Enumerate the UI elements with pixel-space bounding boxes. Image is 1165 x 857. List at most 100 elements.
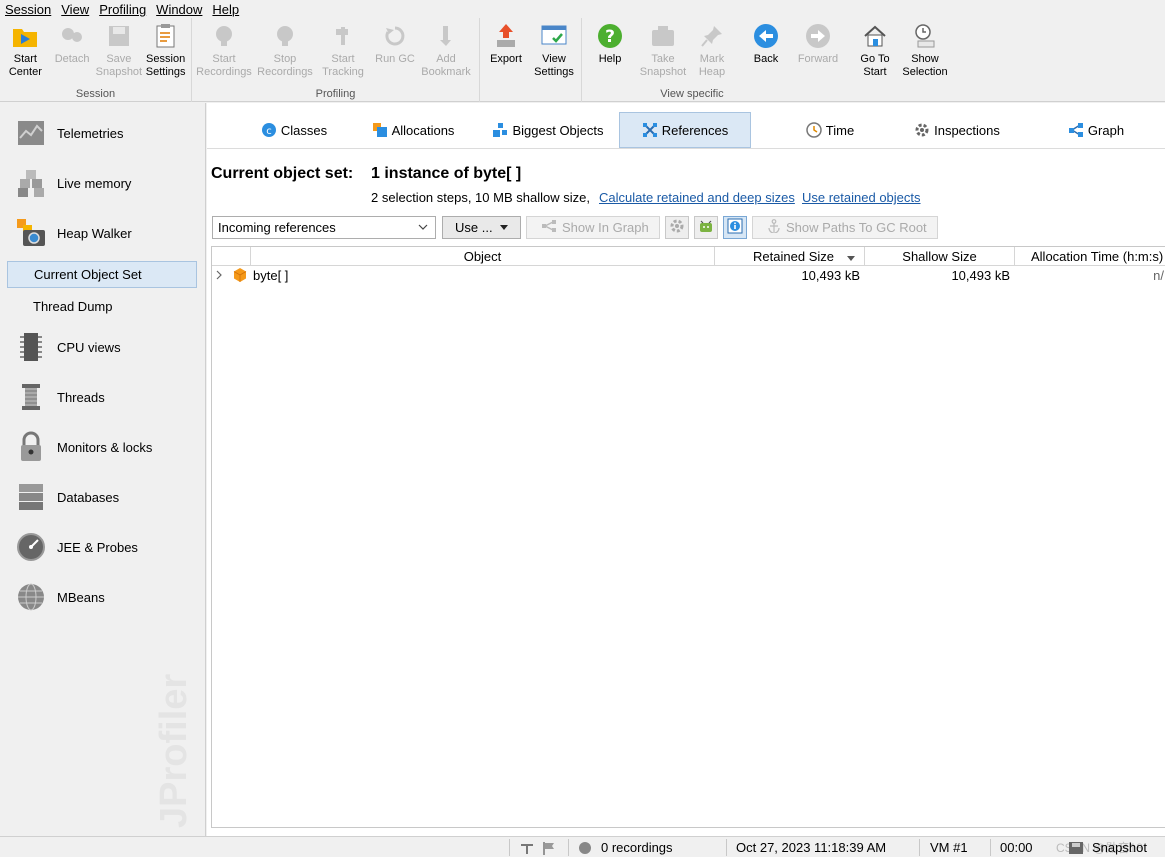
run-gc-button[interactable]: Run GC xyxy=(370,18,420,86)
show-selection-icon xyxy=(911,22,939,50)
status-bar: 0 recordings Oct 27, 2023 11:18:39 AM VM… xyxy=(0,836,1165,857)
sidebar-item-telemetries[interactable]: Telemetries xyxy=(0,113,205,153)
export-button[interactable]: Export xyxy=(482,18,530,86)
recording-status-icon xyxy=(578,837,592,857)
status-separator xyxy=(919,839,920,856)
sidebar: Telemetries Live memory Heap Walker Curr… xyxy=(0,103,206,836)
toolbar-group-view-specific: ? Help Take Snapshot Mark Heap Back Forw… xyxy=(582,18,1042,102)
tab-graph[interactable]: Graph xyxy=(1051,112,1141,148)
references-table: Object Retained Size Shallow Size Alloca… xyxy=(211,246,1165,828)
object-set-info: 2 selection steps, 10 MB shallow size, xyxy=(371,190,590,205)
pin-icon[interactable] xyxy=(519,837,535,857)
sidebar-item-cpu-views[interactable]: CPU views xyxy=(0,327,205,367)
tab-inspections[interactable]: Inspections xyxy=(899,112,1015,148)
add-bookmark-button[interactable]: Add Bookmark xyxy=(420,18,472,86)
column-header-object[interactable]: Object xyxy=(250,247,714,266)
sidebar-item-databases[interactable]: Databases xyxy=(0,477,205,517)
sidebar-item-current-object-set[interactable]: Current Object Set xyxy=(7,261,197,288)
toolbar-group-label: View specific xyxy=(660,88,724,100)
inspections-icon xyxy=(914,122,930,138)
calculate-retained-link[interactable]: Calculate retained and deep sizes xyxy=(599,190,795,205)
sidebar-item-jee-probes[interactable]: JEE & Probes xyxy=(0,527,205,567)
session-settings-button[interactable]: Session Settings xyxy=(142,18,189,86)
status-separator xyxy=(726,839,727,856)
column-header-shallow-size[interactable]: Shallow Size xyxy=(864,247,1014,266)
tab-biggest-objects[interactable]: Biggest Objects xyxy=(483,112,613,148)
show-selection-button[interactable]: Show Selection xyxy=(900,18,950,86)
tab-time[interactable]: Time xyxy=(767,112,893,148)
start-recordings-button[interactable]: Start Recordings xyxy=(194,18,254,86)
monitors-locks-icon xyxy=(15,431,47,463)
save-snapshot-button[interactable]: Save Snapshot xyxy=(96,18,143,86)
go-to-start-button[interactable]: Go To Start xyxy=(850,18,900,86)
view-settings-icon xyxy=(540,22,568,50)
expand-chevron-icon[interactable] xyxy=(214,266,228,284)
column-header-retained-size[interactable]: Retained Size xyxy=(714,247,864,266)
tab-allocations[interactable]: Allocations xyxy=(357,112,469,148)
classes-icon: c xyxy=(261,122,277,138)
menu-window[interactable]: Window xyxy=(151,2,207,17)
menu-session[interactable]: Session xyxy=(0,2,56,17)
use-button[interactable]: Use ... xyxy=(442,216,521,239)
use-retained-objects-link[interactable]: Use retained objects xyxy=(802,190,921,205)
save-snapshot-icon xyxy=(105,22,133,50)
detach-icon xyxy=(58,22,86,50)
take-snapshot-icon xyxy=(649,22,677,50)
export-icon xyxy=(492,22,520,50)
table-row[interactable]: byte[ ] 10,493 kB 10,493 kB n/ xyxy=(212,266,1165,284)
go-to-start-icon xyxy=(861,22,889,50)
view-tabs: c Classes Allocations Biggest Objects Re… xyxy=(207,109,1165,149)
graph-icon xyxy=(1068,122,1084,138)
status-separator xyxy=(990,839,991,856)
jprofiler-logo: JProfiler xyxy=(153,674,195,828)
live-memory-icon xyxy=(15,167,47,199)
sidebar-item-mbeans[interactable]: MBeans xyxy=(0,577,205,617)
mark-heap-button[interactable]: Mark Heap xyxy=(690,18,734,86)
detach-button[interactable]: Detach xyxy=(49,18,96,86)
android-filter-button[interactable] xyxy=(694,216,718,239)
sidebar-item-monitors-locks[interactable]: Monitors & locks xyxy=(0,427,205,467)
help-icon: ? xyxy=(596,22,624,50)
settings-gear-button[interactable] xyxy=(665,216,689,239)
view-settings-button[interactable]: View Settings xyxy=(530,18,578,86)
stop-recordings-button[interactable]: Stop Recordings xyxy=(254,18,316,86)
object-name: byte[ ] xyxy=(253,267,289,283)
toolbar-group-label: Session xyxy=(75,88,116,100)
start-center-button[interactable]: Start Center xyxy=(2,18,49,86)
sidebar-item-threads[interactable]: Threads xyxy=(0,377,205,417)
menu-profiling[interactable]: Profiling xyxy=(94,2,151,17)
info-icon xyxy=(727,218,743,237)
forward-button[interactable]: Forward xyxy=(792,18,844,86)
mark-heap-icon xyxy=(698,22,726,50)
snapshot-datetime: Oct 27, 2023 11:18:39 AM xyxy=(736,840,887,855)
back-button[interactable]: Back xyxy=(740,18,792,86)
status-separator xyxy=(509,839,510,856)
help-button[interactable]: ? Help xyxy=(584,18,636,86)
sidebar-item-thread-dump[interactable]: Thread Dump xyxy=(7,293,197,320)
info-toggle-button[interactable] xyxy=(723,216,747,239)
allocations-icon xyxy=(372,122,388,138)
column-header-allocation-time[interactable]: Allocation Time (h:m:s) xyxy=(1014,247,1165,266)
take-snapshot-button[interactable]: Take Snapshot xyxy=(636,18,690,86)
cpu-views-icon xyxy=(15,331,47,363)
tab-references[interactable]: References xyxy=(619,112,751,148)
dropdown-arrow-icon xyxy=(499,220,509,235)
reference-mode-select[interactable]: Incoming references xyxy=(212,216,436,239)
run-gc-icon xyxy=(381,22,409,50)
sidebar-item-heap-walker[interactable]: Heap Walker xyxy=(0,213,205,253)
show-paths-to-gc-root-button[interactable]: Show Paths To GC Root xyxy=(752,216,938,239)
flag-icon[interactable] xyxy=(542,837,556,857)
start-center-icon xyxy=(11,22,39,50)
menu-view[interactable]: View xyxy=(56,2,94,17)
shallow-size-value: 10,493 kB xyxy=(951,267,1010,283)
references-icon xyxy=(642,122,658,138)
sidebar-item-live-memory[interactable]: Live memory xyxy=(0,163,205,203)
retained-size-value: 10,493 kB xyxy=(801,267,860,283)
tab-classes[interactable]: c Classes xyxy=(237,112,351,148)
toolbar-group-profiling: Start Recordings Stop Recordings Start T… xyxy=(192,18,480,102)
menu-help[interactable]: Help xyxy=(207,2,244,17)
gear-icon xyxy=(669,218,685,237)
start-tracking-button[interactable]: Start Tracking xyxy=(316,18,370,86)
start-recordings-icon xyxy=(210,22,238,50)
show-in-graph-button[interactable]: Show In Graph xyxy=(526,216,660,239)
